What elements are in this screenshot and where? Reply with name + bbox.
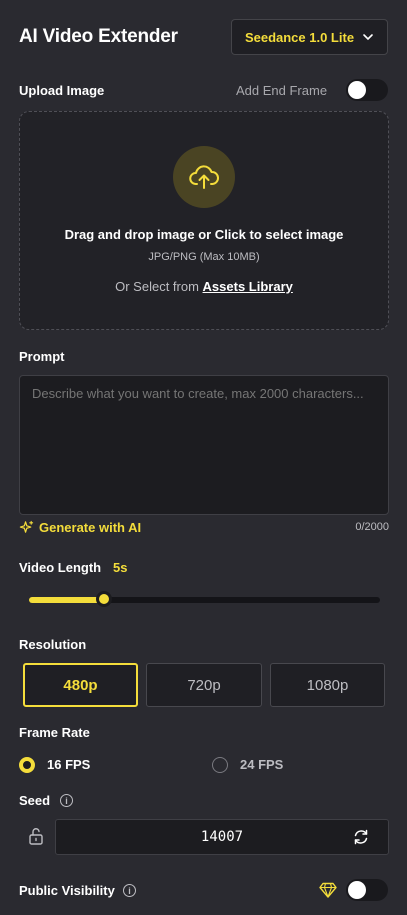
toggle-knob <box>348 881 366 899</box>
page-title: AI Video Extender <box>19 26 178 47</box>
upload-cloud-icon <box>173 146 235 208</box>
resolution-1080p-button[interactable]: 1080p <box>270 663 385 707</box>
model-select[interactable]: Seedance 1.0 Lite <box>231 19 388 55</box>
resolution-480p-button[interactable]: 480p <box>23 663 138 707</box>
generate-with-ai-label: Generate with AI <box>39 520 142 535</box>
fps-24-label[interactable]: 24 FPS <box>240 757 283 772</box>
model-select-label: Seedance 1.0 Lite <box>244 29 355 45</box>
prompt-input[interactable] <box>19 375 389 515</box>
dropzone-instructions: Drag and drop image or Click to select i… <box>64 227 344 242</box>
video-length-label: Video Length <box>19 560 102 575</box>
chevron-down-icon <box>363 34 373 41</box>
frame-rate-label: Frame Rate <box>19 725 90 740</box>
add-end-frame-label: Add End Frame <box>236 83 328 98</box>
sparkle-icon <box>19 520 34 533</box>
video-length-slider-fill <box>29 597 104 603</box>
prompt-label: Prompt <box>19 349 65 364</box>
add-end-frame-toggle[interactable] <box>346 79 388 101</box>
dropzone-format-hint: JPG/PNG (Max 10MB) <box>148 251 260 263</box>
fps-16-label[interactable]: 16 FPS <box>47 757 90 772</box>
fps-24-radio[interactable] <box>212 757 228 773</box>
video-length-slider-thumb[interactable] <box>96 591 112 607</box>
fps-16-radio[interactable] <box>19 757 35 773</box>
generate-with-ai-button[interactable]: Generate with AI <box>19 520 141 535</box>
character-counter: 0/2000 <box>355 521 389 533</box>
toggle-knob <box>348 81 366 99</box>
seed-input[interactable]: 14007 <box>55 819 389 855</box>
seed-info-icon[interactable]: i <box>60 794 73 807</box>
upload-image-label: Upload Image <box>19 83 105 98</box>
assets-library-row: Or Select from Assets Library <box>20 279 388 294</box>
refresh-icon[interactable] <box>352 828 370 851</box>
assets-library-link[interactable]: Assets Library <box>203 279 293 294</box>
visibility-info-icon[interactable]: i <box>123 884 136 897</box>
unlock-icon[interactable] <box>28 827 44 850</box>
seed-label: Seed <box>19 793 51 808</box>
video-length-value: 5s <box>113 560 128 575</box>
resolution-label: Resolution <box>19 637 87 652</box>
diamond-icon <box>319 882 337 903</box>
resolution-720p-button[interactable]: 720p <box>146 663 262 707</box>
image-dropzone[interactable]: Drag and drop image or Click to select i… <box>19 111 389 330</box>
public-visibility-label: Public Visibility <box>19 883 115 898</box>
public-visibility-toggle[interactable] <box>346 879 388 901</box>
or-select-text: Or Select from <box>115 279 199 294</box>
